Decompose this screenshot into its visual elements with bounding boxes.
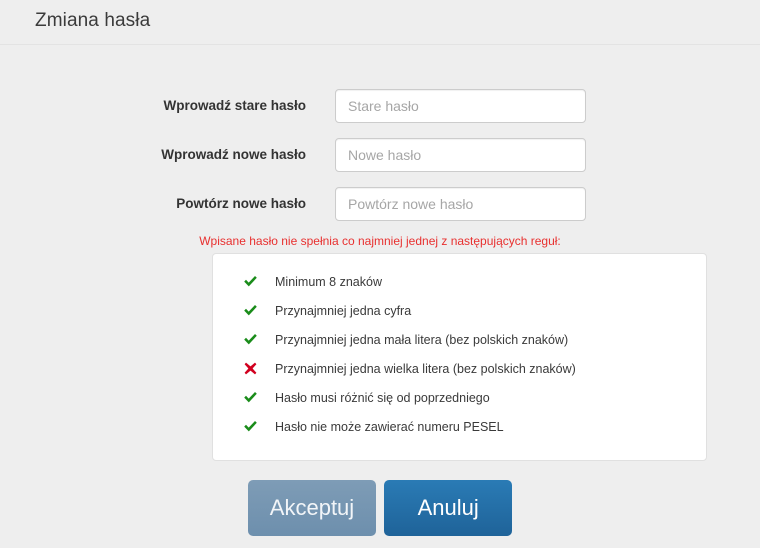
page-header: Zmiana hasła [0, 0, 760, 45]
rule-item: Hasło nie może zawierać numeru PESEL [213, 412, 706, 441]
input-repeat-password[interactable] [335, 187, 586, 221]
label-repeat-password: Powtórz nowe hasło [176, 196, 306, 211]
rule-label: Hasło nie może zawierać numeru PESEL [275, 419, 504, 434]
form-actions: Akceptuj Anuluj [0, 480, 760, 536]
password-rules-list: Minimum 8 znaków Przynajmniej jedna cyfra… [213, 254, 706, 441]
rule-label: Przynajmniej jedna cyfra [275, 303, 412, 318]
rule-label: Minimum 8 znaków [275, 274, 382, 289]
validation-error-message: Wpisane hasło nie spełnia co najmniej je… [199, 234, 561, 248]
cross-icon [239, 361, 261, 377]
check-icon [239, 332, 261, 348]
check-icon [239, 303, 261, 319]
rule-label: Hasło musi różnić się od poprzedniego [275, 390, 490, 405]
password-rules-panel: Minimum 8 znaków Przynajmniej jedna cyfra… [212, 253, 707, 461]
check-icon [239, 419, 261, 435]
label-old-password: Wprowadź stare hasło [163, 98, 306, 113]
accept-button[interactable]: Akceptuj [247, 480, 377, 536]
rule-label: Przynajmniej jedna mała litera (bez pols… [275, 332, 569, 347]
rule-label: Przynajmniej jedna wielka litera (bez po… [275, 361, 576, 376]
label-new-password: Wprowadź nowe hasło [161, 147, 306, 162]
rule-item: Minimum 8 znaków [213, 267, 706, 296]
rule-item: Przynajmniej jedna mała litera (bez pols… [213, 325, 706, 354]
cancel-button[interactable]: Anuluj [384, 480, 513, 536]
input-old-password[interactable] [335, 89, 586, 123]
check-icon [239, 390, 261, 406]
check-icon [239, 274, 261, 290]
form-row-old-password: Wprowadź stare hasło [0, 89, 760, 138]
rule-item: Przynajmniej jedna cyfra [213, 296, 706, 325]
rule-item: Przynajmniej jedna wielka litera (bez po… [213, 354, 706, 383]
page-title: Zmiana hasła [35, 10, 151, 31]
rule-item: Hasło musi różnić się od poprzedniego [213, 383, 706, 412]
form-row-new-password: Wprowadź nowe hasło [0, 138, 760, 187]
form-row-repeat-password: Powtórz nowe hasło [0, 187, 760, 236]
input-new-password[interactable] [335, 138, 586, 172]
